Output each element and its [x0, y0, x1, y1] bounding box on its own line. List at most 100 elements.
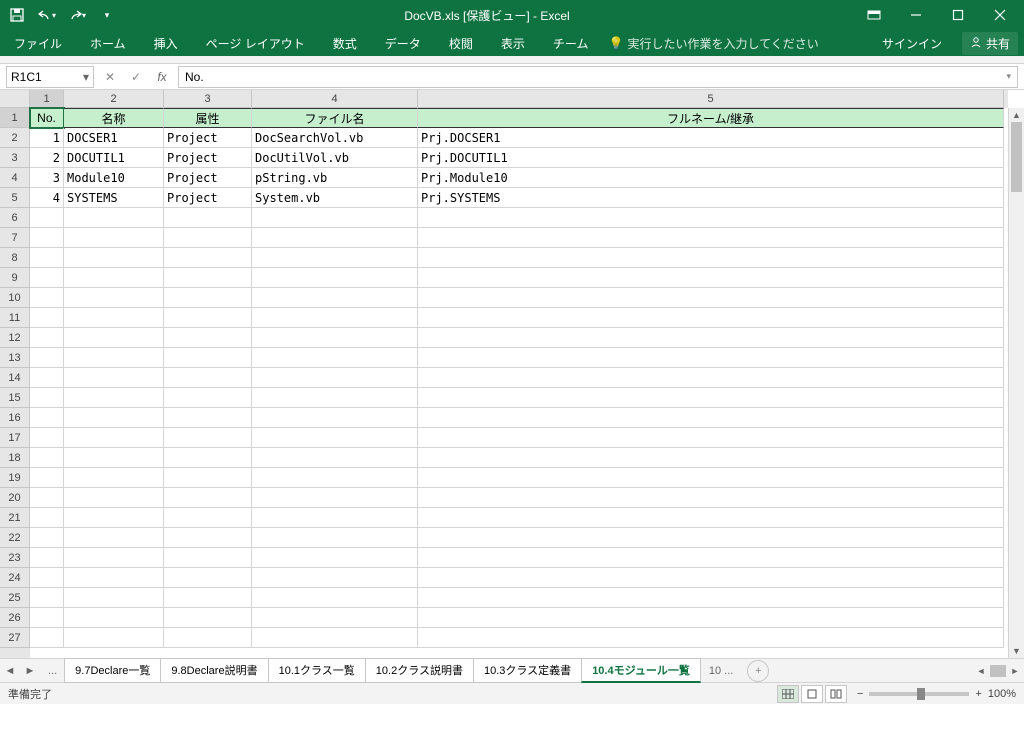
column-header[interactable]: 1 [30, 90, 64, 108]
scroll-thumb[interactable] [1011, 122, 1022, 192]
cell[interactable] [252, 388, 418, 408]
column-header[interactable]: 2 [64, 90, 164, 108]
horizontal-scrollbar[interactable]: ◄ ► [974, 665, 1024, 677]
cell[interactable] [64, 248, 164, 268]
cell[interactable] [252, 228, 418, 248]
cell[interactable] [418, 548, 1004, 568]
cell[interactable]: Prj.Module10 [418, 168, 1004, 188]
cell[interactable] [418, 608, 1004, 628]
row-header[interactable]: 21 [0, 508, 30, 528]
row-header[interactable]: 22 [0, 528, 30, 548]
cell[interactable] [64, 268, 164, 288]
cell[interactable] [164, 448, 252, 468]
cell[interactable] [164, 508, 252, 528]
cell[interactable] [30, 248, 64, 268]
cell[interactable]: 4 [30, 188, 64, 208]
cell[interactable] [418, 568, 1004, 588]
column-header[interactable]: 3 [164, 90, 252, 108]
column-header[interactable]: 5 [418, 90, 1004, 108]
row-header[interactable]: 23 [0, 548, 30, 568]
cell[interactable]: DOCUTIL1 [64, 148, 164, 168]
cell[interactable] [252, 628, 418, 648]
cell[interactable] [252, 568, 418, 588]
cell[interactable] [418, 448, 1004, 468]
cell[interactable] [164, 468, 252, 488]
cell[interactable] [418, 228, 1004, 248]
row-header[interactable]: 2 [0, 128, 30, 148]
tab-data[interactable]: データ [377, 31, 429, 56]
cell[interactable] [64, 628, 164, 648]
cell[interactable] [164, 328, 252, 348]
cell[interactable] [164, 268, 252, 288]
cell[interactable] [252, 488, 418, 508]
cell[interactable] [252, 528, 418, 548]
row-header[interactable]: 7 [0, 228, 30, 248]
row-header[interactable]: 15 [0, 388, 30, 408]
cell[interactable] [30, 488, 64, 508]
cell[interactable] [64, 408, 164, 428]
cell[interactable] [418, 528, 1004, 548]
row-header[interactable]: 20 [0, 488, 30, 508]
cell[interactable] [164, 588, 252, 608]
cell[interactable] [418, 368, 1004, 388]
tab-review[interactable]: 校閲 [441, 31, 481, 56]
cell[interactable]: 3 [30, 168, 64, 188]
header-cell[interactable]: 属性 [164, 108, 252, 128]
tab-home[interactable]: ホーム [82, 31, 134, 56]
cell[interactable] [64, 208, 164, 228]
cell[interactable] [64, 468, 164, 488]
cell[interactable] [164, 568, 252, 588]
cell[interactable] [252, 448, 418, 468]
cell[interactable] [30, 268, 64, 288]
zoom-slider[interactable] [869, 692, 969, 696]
cell[interactable] [30, 588, 64, 608]
cell[interactable]: Project [164, 188, 252, 208]
cell[interactable] [418, 588, 1004, 608]
cells-area[interactable]: No.名称属性ファイル名フルネーム/継承1DOCSER1ProjectDocSe… [30, 108, 1008, 658]
row-header[interactable]: 4 [0, 168, 30, 188]
row-header[interactable]: 19 [0, 468, 30, 488]
zoom-out-button[interactable]: − [857, 688, 863, 700]
cell[interactable] [252, 268, 418, 288]
tab-file[interactable]: ファイル [6, 31, 70, 56]
cell[interactable] [418, 488, 1004, 508]
cell[interactable] [418, 308, 1004, 328]
cell[interactable] [64, 508, 164, 528]
cell[interactable] [64, 288, 164, 308]
row-header[interactable]: 14 [0, 368, 30, 388]
header-cell[interactable]: フルネーム/継承 [418, 108, 1004, 128]
cell[interactable] [418, 208, 1004, 228]
zoom-level[interactable]: 100% [988, 688, 1016, 700]
scroll-down-icon[interactable]: ▼ [1009, 644, 1024, 658]
maximize-button[interactable] [938, 1, 978, 29]
cell[interactable]: pString.vb [252, 168, 418, 188]
tab-layout[interactable]: ページ レイアウト [198, 31, 313, 56]
cell[interactable] [164, 428, 252, 448]
cell[interactable] [30, 608, 64, 628]
cell[interactable] [164, 608, 252, 628]
row-header[interactable]: 11 [0, 308, 30, 328]
name-box[interactable]: R1C1 ▾ [6, 66, 94, 88]
cell[interactable] [64, 528, 164, 548]
cell[interactable] [252, 348, 418, 368]
sheet-nav-prev-icon[interactable]: ◄ [0, 665, 20, 677]
cell[interactable]: DOCSER1 [64, 128, 164, 148]
cell[interactable] [30, 348, 64, 368]
row-header[interactable]: 8 [0, 248, 30, 268]
row-header[interactable]: 18 [0, 448, 30, 468]
cell[interactable] [418, 328, 1004, 348]
tab-view[interactable]: 表示 [493, 31, 533, 56]
cell[interactable]: System.vb [252, 188, 418, 208]
cell[interactable] [418, 428, 1004, 448]
cell[interactable] [164, 348, 252, 368]
header-cell[interactable]: No. [30, 108, 64, 128]
cell[interactable] [418, 628, 1004, 648]
cell[interactable] [30, 408, 64, 428]
row-header[interactable]: 1 [0, 108, 30, 128]
cell[interactable] [252, 588, 418, 608]
cell[interactable] [64, 348, 164, 368]
cell[interactable] [164, 548, 252, 568]
page-break-view-button[interactable] [825, 685, 847, 703]
cell[interactable]: Prj.DOCSER1 [418, 128, 1004, 148]
add-sheet-button[interactable]: + [747, 660, 769, 682]
